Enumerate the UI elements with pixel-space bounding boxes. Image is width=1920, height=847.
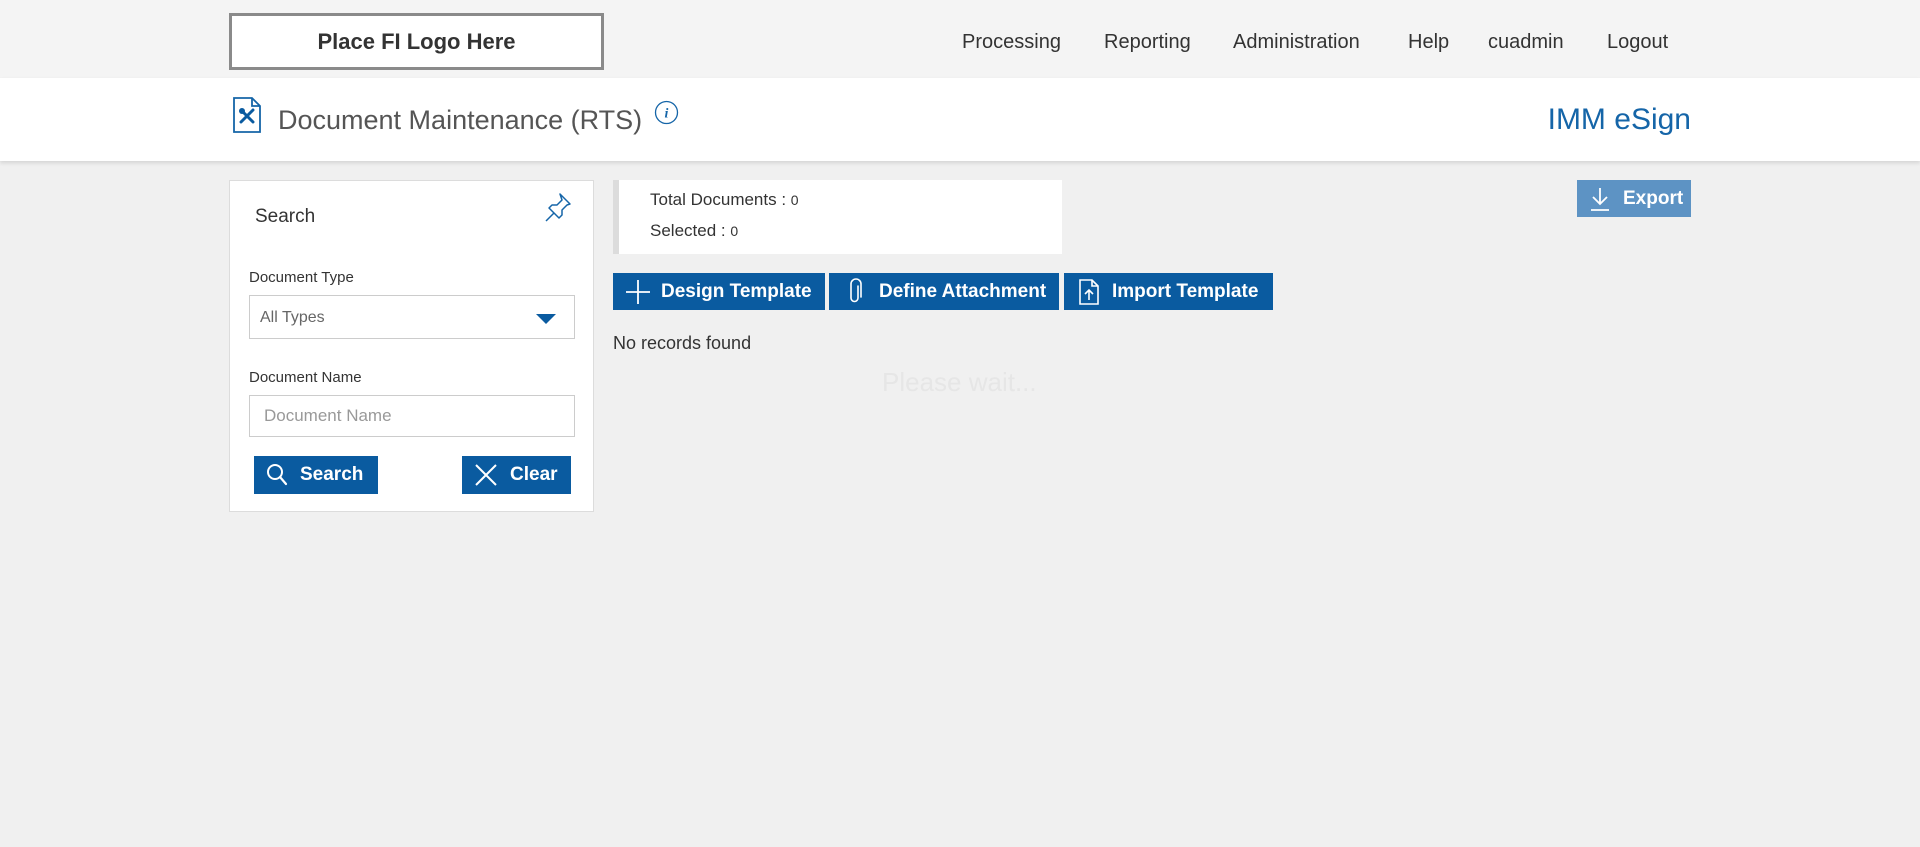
no-records-message: No records found [613,333,752,353]
search-button[interactable]: Search [254,456,378,494]
total-documents-value: 0 [790,192,799,208]
nav-administration[interactable]: Administration [1233,29,1360,55]
clear-button-label: Clear [510,464,558,485]
clear-button[interactable]: Clear [462,456,571,494]
plus-icon [626,279,650,304]
nav-reporting[interactable]: Reporting [1104,29,1191,55]
document-name-label: Document Name [249,369,362,386]
selected-documents-value: 0 [730,223,739,239]
svg-text:i: i [665,107,669,122]
nav-logout[interactable]: Logout [1607,29,1668,55]
document-type-select[interactable]: All Types [249,295,575,339]
nav-user-cuadmin[interactable]: cuadmin [1488,29,1564,55]
pin-icon[interactable] [543,191,573,225]
document-type-label: Document Type [249,269,354,286]
chevron-down-icon [536,314,556,324]
nav-processing[interactable]: Processing [962,29,1061,55]
search-icon [267,464,288,486]
design-template-button[interactable]: Design Template [613,273,825,310]
define-attachment-label: Define Attachment [879,280,1047,302]
nav-help[interactable]: Help [1408,29,1449,55]
design-template-label: Design Template [661,280,812,302]
document-name-input[interactable] [249,395,575,437]
fi-logo-placeholder[interactable]: Place FI Logo Here [229,13,604,70]
product-brand: IMM eSign [1547,103,1691,136]
documents-summary: Total Documents : 0 Selected : 0 [613,180,1062,254]
selected-documents-label: Selected : [650,221,731,240]
search-panel-title: Search [255,206,316,227]
document-type-value: All Types [260,309,325,326]
import-template-label: Import Template [1112,280,1259,302]
top-bar: Place FI Logo Here Processing Reporting … [0,0,1920,78]
document-settings-icon [233,97,261,133]
download-icon [1591,187,1609,211]
file-upload-icon [1079,278,1099,305]
info-icon[interactable]: i [654,100,679,125]
page-title: Document Maintenance (RTS) [278,105,643,135]
total-documents-label: Total Documents : [650,190,791,209]
define-attachment-button[interactable]: Define Attachment [829,273,1059,310]
import-template-button[interactable]: Import Template [1064,273,1273,310]
page-header: Document Maintenance (RTS) i IMM eSign [0,78,1920,161]
close-icon [475,464,497,486]
search-button-label: Search [300,464,364,485]
loading-message: Please wait... [882,367,1037,397]
paperclip-icon [850,277,862,302]
export-button[interactable]: Export [1577,180,1691,217]
export-button-label: Export [1623,187,1684,209]
selected-documents: Selected : 0 [650,221,738,241]
search-panel: Search Document Type All Types Document … [229,180,594,512]
total-documents: Total Documents : 0 [650,190,799,210]
